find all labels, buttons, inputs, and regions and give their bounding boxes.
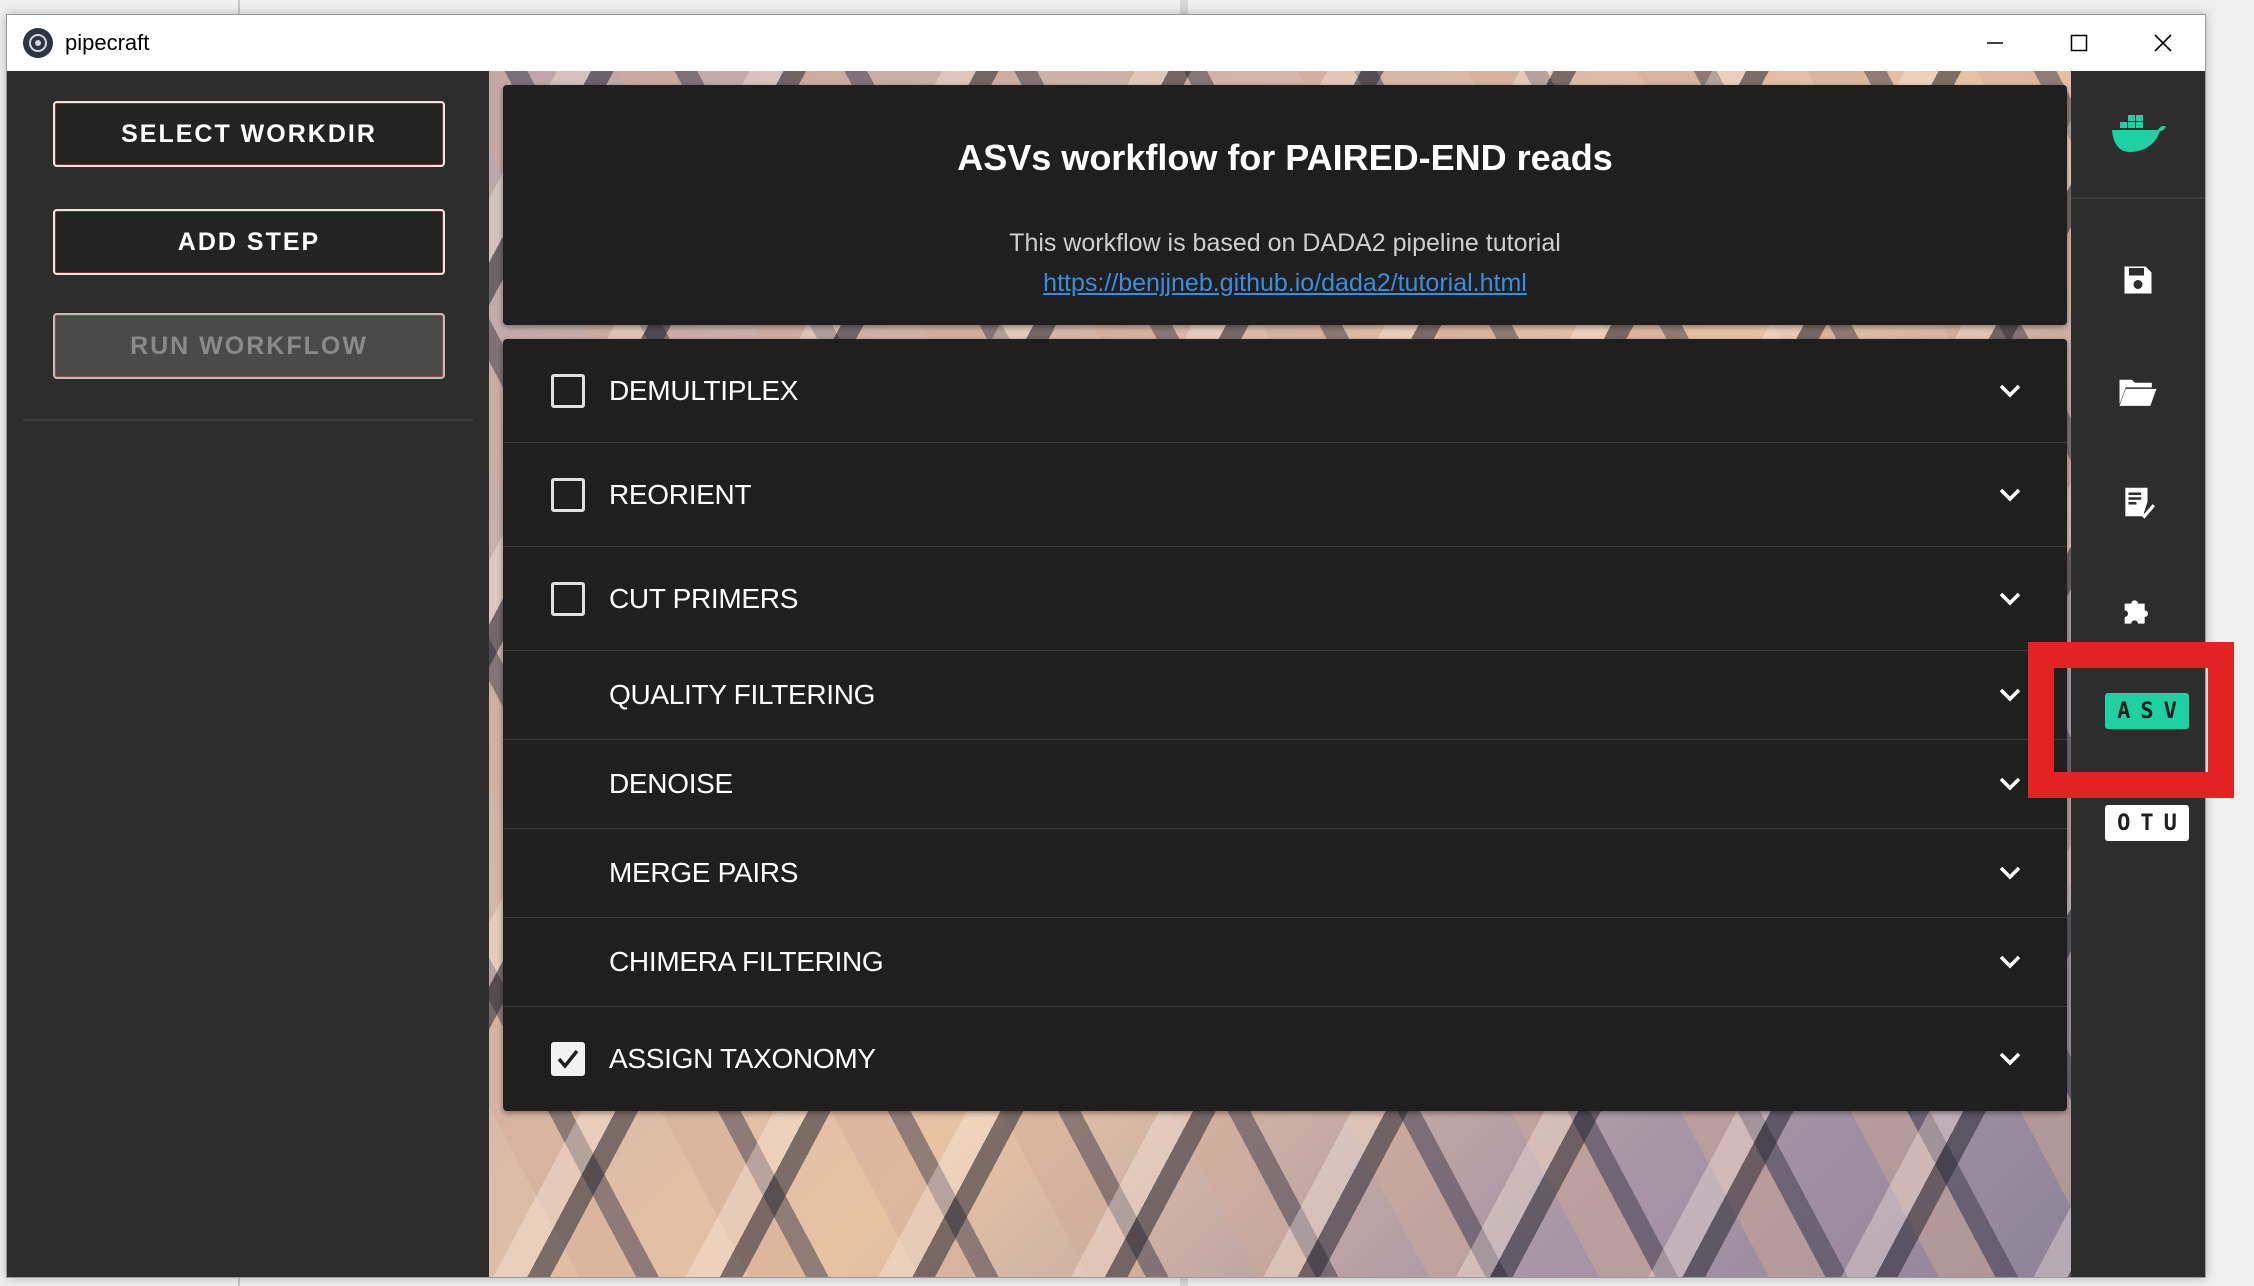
- step-chimera-filtering[interactable]: CHIMERA FILTERING: [503, 918, 2067, 1007]
- maximize-icon: [2070, 34, 2088, 52]
- step-checkbox[interactable]: [551, 477, 585, 512]
- close-button[interactable]: [2121, 15, 2205, 71]
- puzzle-icon: [2124, 600, 2156, 630]
- workflow-subtitle: This workflow is based on DADA2 pipeline…: [1009, 229, 1561, 257]
- window-title: pipecraft: [65, 30, 150, 55]
- step-reorient[interactable]: REORIENT: [503, 443, 2067, 547]
- highlight-box: [2028, 642, 2234, 798]
- docker-icon: [2112, 115, 2166, 152]
- app-content: SELECT WORKDIR ADD STEP RUN WORKFLOW ASV…: [7, 71, 2205, 1277]
- chevron-down-icon[interactable]: [1997, 771, 2023, 797]
- step-quality-filtering[interactable]: QUALITY FILTERING: [503, 651, 2067, 740]
- chevron-down-icon[interactable]: [1997, 482, 2023, 508]
- add-step-button[interactable]: ADD STEP: [53, 209, 445, 275]
- step-checkbox[interactable]: [551, 1042, 585, 1076]
- step-cut-primers[interactable]: CUT PRIMERS: [503, 547, 2067, 651]
- app-window: pipecraft SELECT WORKDIR ADD STEP RUN WO…: [6, 14, 2206, 1278]
- chevron-down-icon[interactable]: [1997, 378, 2023, 404]
- minimize-icon: [1987, 42, 2003, 44]
- open-folder-button[interactable]: [2115, 369, 2161, 415]
- step-merge-pairs[interactable]: MERGE PAIRS: [503, 829, 2067, 918]
- step-assign-taxonomy[interactable]: ASSIGN TAXONOMY: [503, 1007, 2067, 1111]
- minimize-button[interactable]: [1953, 15, 2037, 71]
- step-label: DEMULTIPLEX: [609, 374, 799, 406]
- chevron-down-icon[interactable]: [1997, 860, 2023, 886]
- select-workdir-button[interactable]: SELECT WORKDIR: [53, 101, 445, 167]
- checklist-icon: [2125, 487, 2156, 519]
- step-label: REORIENT: [609, 478, 752, 510]
- workflow-header: ASVs workflow for PAIRED-END reads This …: [503, 85, 2067, 325]
- chevron-down-icon[interactable]: [1997, 1046, 2023, 1072]
- checkmark-icon: [557, 1049, 579, 1069]
- step-checkbox[interactable]: [551, 373, 585, 408]
- otu-workflow-button[interactable]: OTU: [2105, 805, 2189, 841]
- app-logo-icon: [23, 28, 53, 58]
- step-label: QUALITY FILTERING: [609, 679, 876, 710]
- step-label: ASSIGN TAXONOMY: [609, 1043, 876, 1074]
- left-panel: SELECT WORKDIR ADD STEP RUN WORKFLOW: [7, 71, 489, 1277]
- step-checkbox[interactable]: [551, 581, 585, 616]
- maximize-button[interactable]: [2037, 15, 2121, 71]
- desktop: pipecraft SELECT WORKDIR ADD STEP RUN WO…: [0, 0, 2254, 1286]
- save-button[interactable]: [2115, 257, 2161, 303]
- step-label: CHIMERA FILTERING: [609, 946, 884, 977]
- workflow-steps: DEMULTIPLEX REORIENT CUT PRIMERS QUALITY…: [503, 339, 2067, 1111]
- checklist-button[interactable]: [2115, 479, 2161, 525]
- divider: [23, 419, 473, 421]
- step-label: CUT PRIMERS: [609, 582, 799, 614]
- close-icon: [2154, 34, 2172, 52]
- chevron-down-icon[interactable]: [1997, 949, 2023, 975]
- save-icon: [2124, 266, 2152, 294]
- folder-open-icon: [2119, 379, 2157, 406]
- step-demultiplex[interactable]: DEMULTIPLEX: [503, 339, 2067, 443]
- plugins-button[interactable]: [2115, 589, 2161, 635]
- workflow-title: ASVs workflow for PAIRED-END reads: [957, 137, 1613, 178]
- workflow-area: ASVs workflow for PAIRED-END reads This …: [489, 71, 2071, 1277]
- chevron-down-icon[interactable]: [1997, 586, 2023, 612]
- docker-button[interactable]: [2071, 71, 2205, 199]
- chevron-down-icon[interactable]: [1997, 682, 2023, 708]
- run-workflow-button[interactable]: RUN WORKFLOW: [53, 313, 445, 379]
- tutorial-link[interactable]: https://benjjneb.github.io/dada2/tutoria…: [503, 269, 2067, 298]
- title-bar: pipecraft: [7, 15, 2205, 71]
- step-label: DENOISE: [609, 768, 733, 799]
- step-denoise[interactable]: DENOISE: [503, 740, 2067, 829]
- window-controls: [1953, 15, 2205, 71]
- step-label: MERGE PAIRS: [609, 857, 799, 888]
